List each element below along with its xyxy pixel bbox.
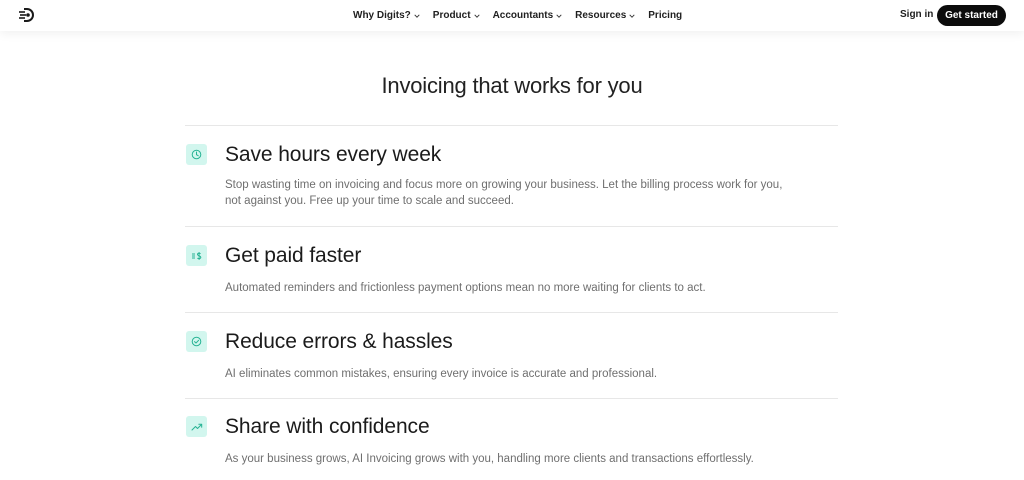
- nav-label: Why Digits?: [353, 10, 411, 21]
- nav-label: Product: [432, 10, 471, 21]
- divider: [185, 226, 838, 227]
- chevron-down-icon: [556, 13, 562, 18]
- sign-in-link[interactable]: Sign in: [900, 9, 933, 20]
- divider: [185, 398, 838, 399]
- nav-why-digits[interactable]: Why Digits?: [353, 10, 420, 21]
- divider: [185, 312, 838, 313]
- scrolled-text-fragment: [188, 0, 348, 2]
- nav-label: Resources: [575, 10, 627, 21]
- feature-description: As your business grows, AI Invoicing gro…: [225, 453, 754, 465]
- nav-resources[interactable]: Resources: [575, 10, 635, 21]
- digits-logo-icon[interactable]: [18, 7, 36, 23]
- top-navigation-bar: Why Digits? Product Accountants Resource…: [0, 0, 1024, 31]
- feature-title: Save hours every week: [225, 143, 442, 166]
- nav-pricing[interactable]: Pricing: [648, 10, 682, 21]
- chevron-down-icon: [629, 13, 635, 18]
- clock-icon: [186, 144, 207, 165]
- feature-description: Automated reminders and frictionless pay…: [225, 282, 706, 294]
- feature-description: AI eliminates common mistakes, ensuring …: [225, 368, 658, 380]
- feature-title: Get paid faster: [225, 244, 362, 267]
- chevron-down-icon: [473, 13, 480, 18]
- feature-title: Reduce errors & hassles: [225, 330, 453, 353]
- divider: [185, 125, 838, 126]
- get-started-button[interactable]: Get started: [937, 5, 1006, 26]
- feature-description: Stop wasting time on invoicing and focus…: [225, 179, 783, 207]
- nav-label: Accountants: [492, 10, 554, 21]
- trend-up-icon: [186, 416, 207, 437]
- chevron-down-icon: [414, 13, 420, 18]
- feature-title: Share with confidence: [225, 415, 430, 438]
- main-menu: Why Digits? Product Accountants Resource…: [353, 0, 682, 31]
- nav-label: Pricing: [648, 10, 683, 21]
- nav-product[interactable]: Product: [433, 10, 480, 21]
- dollar-list-icon: [186, 245, 207, 266]
- section-title: Invoicing that works for you: [381, 73, 643, 98]
- nav-accountants[interactable]: Accountants: [493, 10, 563, 21]
- check-circle-icon: [186, 331, 207, 352]
